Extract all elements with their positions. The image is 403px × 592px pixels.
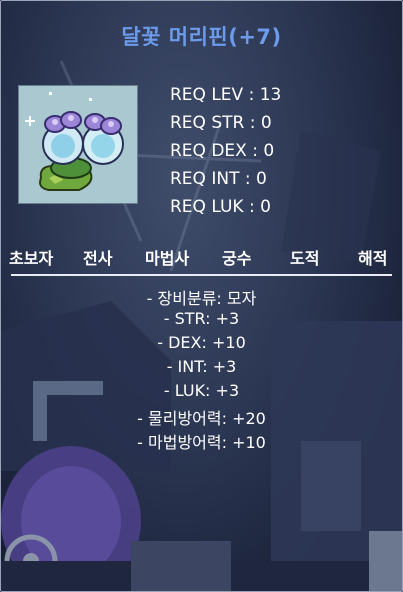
item-tooltip: 달꽃 머리핀(+7) REQ LEV: 13 REQ STR: 0 REQ … <box>0 0 403 592</box>
divider <box>11 274 392 276</box>
stat-physical-defense: - 물리방어력: +20 <box>137 409 266 428</box>
stat-magic-defense: - 마법방어력: +10 <box>137 433 266 452</box>
job-warrior: 전사 <box>83 249 113 268</box>
stat-int: - INT: +3 <box>166 357 237 376</box>
job-beginner: 초보자 <box>9 249 54 268</box>
job-magician: 마법사 <box>145 249 190 268</box>
job-thief: 도적 <box>290 249 320 268</box>
stat-luk: - LUK: +3 <box>163 381 240 400</box>
item-icon-box <box>18 85 138 204</box>
stat-equip-type: - 장비분류: 모자 <box>146 289 257 308</box>
item-title: 달꽃 머리핀(+7) <box>121 25 282 49</box>
stat-str: - STR: +3 <box>163 309 240 328</box>
req-int: REQ INT : 0 <box>170 169 267 189</box>
req-luk: REQ LUK : 0 <box>170 197 271 217</box>
moonflower-hairpin-icon <box>25 92 124 191</box>
req-dex: REQ DEX : 0 <box>170 141 275 161</box>
job-list: 초보자 전사 마법사 궁수 도적 해적 <box>1 245 402 268</box>
stat-dex: - DEX: +10 <box>157 333 246 352</box>
req-str: REQ STR : 0 <box>170 113 272 133</box>
req-level: REQ LEV : 13 <box>170 85 282 105</box>
job-bowman: 궁수 <box>222 249 252 268</box>
job-pirate: 해적 <box>358 249 388 268</box>
